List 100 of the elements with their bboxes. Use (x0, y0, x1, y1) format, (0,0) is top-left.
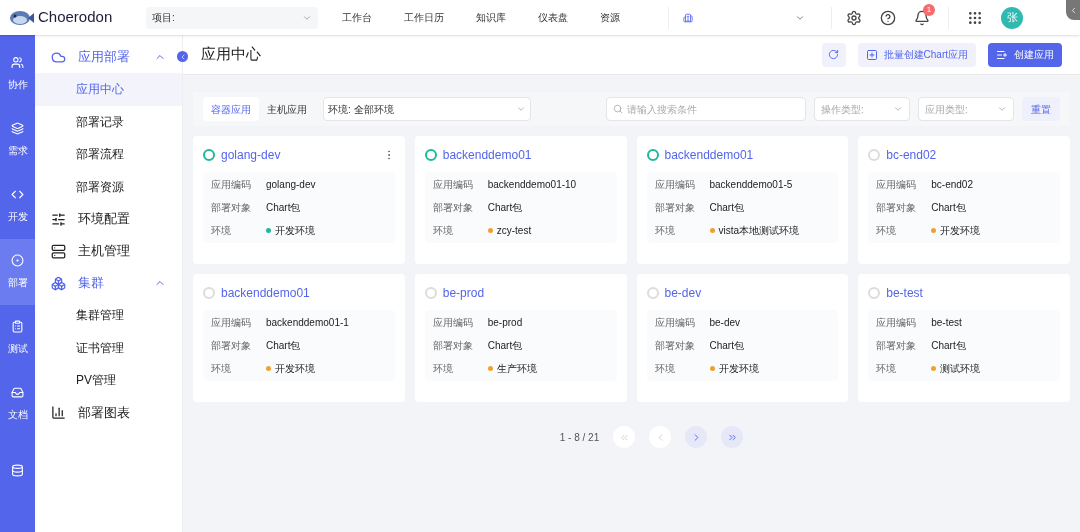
field-value: be-test (931, 316, 962, 330)
rail-item[interactable]: 开发 (0, 173, 35, 239)
refresh-button[interactable] (821, 42, 846, 67)
app-type-tab[interactable]: 容器应用 (203, 97, 259, 121)
field-value: Chart包 (487, 339, 523, 353)
apps-grid-icon[interactable] (967, 9, 983, 26)
field-label: 应用编码 (654, 316, 696, 330)
field-label: 环境 (432, 224, 454, 238)
app-type-tab[interactable]: 主机应用 (259, 97, 315, 121)
field-value: Chart包 (266, 201, 301, 215)
people-icon (11, 56, 24, 69)
sidebar-subitem[interactable]: 集群管理 (35, 299, 182, 332)
nav-link[interactable]: 知识库 (476, 10, 506, 25)
sidebar-subitem[interactable]: 应用中心 (35, 73, 182, 106)
rail-item[interactable]: 文档 (0, 371, 35, 437)
field-value: 开发环境 (718, 362, 759, 376)
app-name[interactable]: bc-end02 (886, 146, 1060, 164)
field-value: golang-dev (266, 178, 316, 192)
field-label: 部署对象 (432, 339, 474, 353)
field-value: Chart包 (487, 201, 523, 215)
field-value: 开发环境 (940, 224, 981, 238)
sidebar-item[interactable]: 主机管理 (35, 235, 182, 267)
app-card[interactable]: be-test 应用编码 be-test 部署对象 Chart包 环境 测试环境 (858, 274, 1070, 402)
app-name[interactable]: be-prod (442, 284, 617, 302)
field-label: 部署对象 (211, 201, 252, 215)
field-label: 应用编码 (876, 178, 918, 192)
chevron-down-icon (893, 104, 903, 114)
chevron-down-icon (516, 104, 526, 114)
sidebar-subitem[interactable]: PV管理 (35, 364, 182, 397)
field-value: 开发环境 (275, 224, 315, 238)
field-value: Chart包 (266, 339, 301, 353)
app-card[interactable]: golang-dev 应用编码 golang-dev 部署对象 Chart包 环境 开发环境 (193, 136, 405, 264)
field-label: 环境 (876, 362, 898, 376)
list-add-icon (996, 48, 1008, 61)
field-label: 应用编码 (211, 178, 252, 192)
rail-item[interactable]: 协作 (0, 41, 35, 107)
field-value: vista本地测试环境 (718, 224, 800, 238)
field-value: Chart包 (709, 339, 744, 353)
add-square-icon (865, 48, 878, 61)
collapse-sidebar-icon[interactable] (177, 51, 188, 62)
app-name[interactable]: backenddemo01 (664, 146, 839, 164)
bar-chart-icon (51, 405, 66, 420)
brand-name: Choerodon (38, 7, 113, 28)
sidebar-subitem[interactable]: 部署流程 (35, 138, 182, 171)
rail-item[interactable]: 部署 (0, 239, 35, 305)
notification-badge: 1 (923, 3, 935, 16)
sidebar-subitem[interactable]: 部署记录 (35, 105, 182, 138)
project-select[interactable]: 项目: (146, 6, 318, 29)
sidebar-item[interactable]: 环境配置 (35, 203, 182, 235)
collapse-tab[interactable] (1066, 0, 1080, 20)
app-name[interactable]: be-test (886, 284, 1060, 302)
reset-button[interactable]: 重置 (1022, 97, 1060, 121)
app-card[interactable]: be-dev 应用编码 be-dev 部署对象 Chart包 环境 开发环境 (636, 274, 849, 402)
field-value: be-prod (487, 316, 523, 330)
nav-link[interactable]: 仪表盘 (538, 10, 568, 25)
nav-link[interactable]: 工作日历 (404, 10, 444, 25)
rail-item[interactable]: 需求 (0, 107, 35, 173)
app-name[interactable]: backenddemo01 (442, 146, 617, 164)
app-card[interactable]: backenddemo01 应用编码 backenddemo01-10 部署对象 Chart包 环境 zcy-test (414, 136, 627, 264)
field-label: 应用编码 (654, 178, 696, 192)
field-label: 应用编码 (432, 178, 474, 192)
field-value: 开发环境 (275, 362, 315, 376)
sidebar-item[interactable]: 部署图表 (35, 396, 182, 429)
settings-icon[interactable] (846, 9, 862, 26)
field-label: 部署对象 (432, 201, 474, 215)
create-app-button[interactable]: 创建应用 (988, 42, 1062, 67)
page-title: 应用中心 (201, 44, 262, 65)
field-label: 环境 (654, 362, 676, 376)
bell-icon[interactable] (914, 9, 930, 26)
app-name[interactable]: be-dev (664, 284, 839, 302)
sidebar-item[interactable]: 应用部署 (35, 41, 182, 73)
nav-link[interactable]: 资源 (600, 10, 620, 25)
help-icon[interactable] (880, 9, 896, 26)
search-icon (613, 104, 623, 114)
database-icon (11, 463, 24, 477)
batch-create-button[interactable]: 批量创建Chart应用 (857, 42, 976, 67)
app-card[interactable]: bc-end02 应用编码 bc-end02 部署对象 Chart包 环境 开发环境 (858, 136, 1070, 264)
app-name[interactable]: backenddemo01 (221, 284, 395, 302)
building-icon (683, 12, 693, 23)
nav-link[interactable]: 工作台 (342, 10, 372, 25)
last-page-button[interactable] (721, 426, 744, 448)
sidebar-item[interactable]: 集群 (35, 267, 182, 299)
field-label: 环境 (876, 224, 898, 238)
app-name[interactable]: golang-dev (221, 146, 377, 164)
rail-item[interactable]: 测试 (0, 305, 35, 371)
field-label: 部署对象 (876, 339, 918, 353)
field-label: 应用编码 (876, 316, 918, 330)
field-value: backenddemo01-5 (709, 178, 793, 192)
environment-select[interactable]: 环境: 全部环境 (323, 97, 531, 121)
app-card[interactable]: backenddemo01 应用编码 backenddemo01-5 部署对象 Chart包 环境 vista本地测试环境 (636, 136, 849, 264)
field-value: bc-end02 (931, 178, 973, 192)
sidebar-subitem[interactable]: 部署资源 (35, 170, 182, 203)
field-label: 环境 (432, 362, 454, 376)
field-value: Chart包 (709, 201, 744, 215)
app-card[interactable]: backenddemo01 应用编码 backenddemo01-1 部署对象 Chart包 环境 开发环境 (193, 274, 405, 402)
sidebar-subitem[interactable]: 证书管理 (35, 331, 182, 364)
field-value: 生产环境 (496, 362, 537, 376)
field-value: Chart包 (931, 339, 966, 353)
app-card[interactable]: be-prod 应用编码 be-prod 部署对象 Chart包 环境 生产环境 (414, 274, 627, 402)
field-value: backenddemo01-1 (266, 316, 349, 330)
